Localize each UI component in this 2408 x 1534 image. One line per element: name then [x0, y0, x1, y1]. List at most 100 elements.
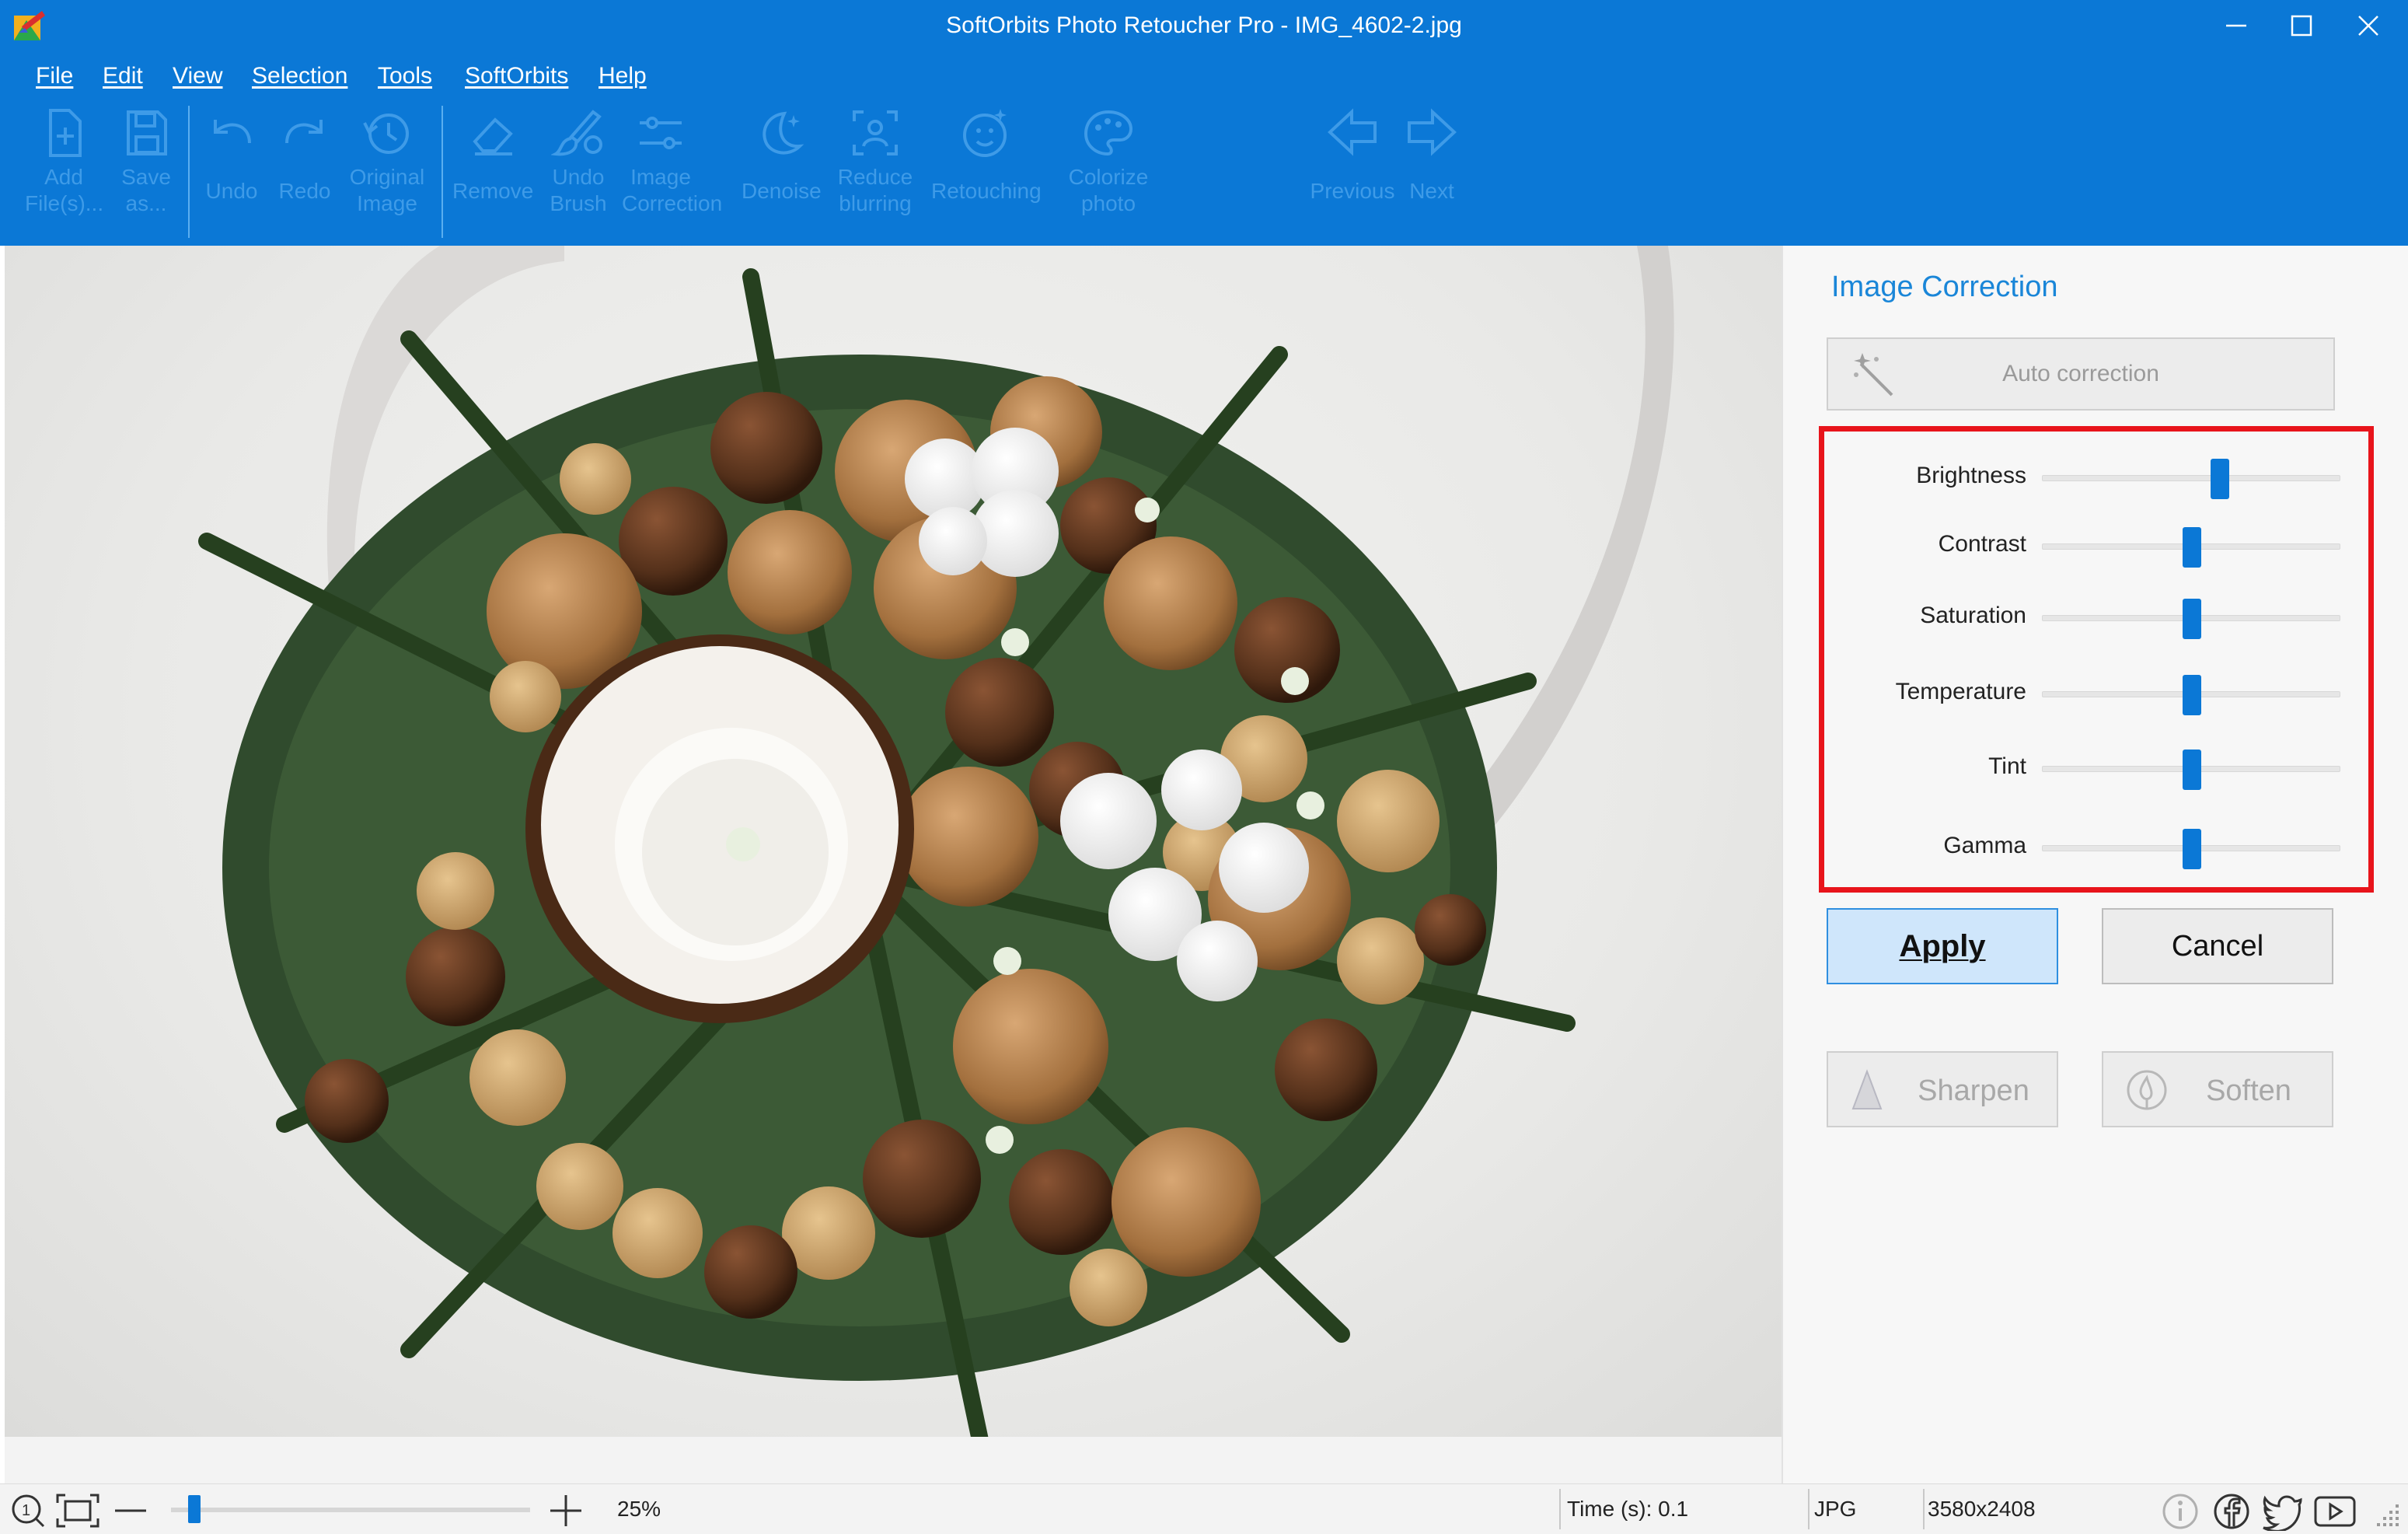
status-bar: 1 25% Time (s): 0.1 JPG 3580x2408 — [0, 1483, 2408, 1534]
toolbar-separator — [188, 106, 190, 238]
menu-edit[interactable]: Edit — [103, 59, 143, 93]
toolbar-separator — [441, 106, 443, 238]
menu-help[interactable]: Help — [599, 59, 647, 93]
image-correction-panel: Image Correction Auto correction Brightn… — [1782, 246, 2408, 1483]
save-as-label-1: Save — [121, 165, 171, 189]
save-as-label-2: as... — [125, 191, 167, 215]
facebook-icon[interactable] — [2212, 1492, 2251, 1531]
window-title: SoftOrbits Photo Retoucher Pro - IMG_460… — [946, 12, 1462, 38]
previous-label: Previous — [1310, 179, 1395, 203]
brightness-label: Brightness — [1916, 463, 2026, 488]
gamma-slider[interactable] — [2042, 829, 2340, 869]
previous-button[interactable]: Previous — [1306, 106, 1399, 243]
minimize-icon — [2226, 24, 2246, 27]
face-retouch-icon — [963, 109, 1007, 157]
brightness-thumb[interactable] — [2211, 459, 2229, 499]
menu-selection[interactable]: Selection — [252, 59, 347, 93]
brightness-slider[interactable] — [2042, 459, 2340, 499]
contrast-row: Contrast — [1824, 522, 2368, 568]
temperature-label: Temperature — [1895, 679, 2026, 704]
undo-brush-button[interactable]: Undo Brush — [539, 106, 617, 243]
arrow-right-icon — [1408, 108, 1457, 156]
undo-brush-label-2: Brush — [550, 191, 607, 215]
brightness-row: Brightness — [1824, 453, 2368, 500]
image-correction-button[interactable]: Image Correction — [622, 106, 722, 243]
menu-view[interactable]: View — [173, 59, 222, 93]
gamma-label: Gamma — [1943, 833, 2026, 858]
zoom-out-icon[interactable] — [112, 1492, 149, 1529]
status-separator — [1923, 1489, 1925, 1529]
resize-grip-icon[interactable] — [2374, 1501, 2402, 1529]
original-image-button[interactable]: Original Image — [348, 106, 426, 243]
save-icon — [127, 110, 167, 155]
saturation-thumb[interactable] — [2183, 599, 2201, 639]
save-as-button[interactable]: Save as... — [107, 106, 185, 243]
contrast-thumb[interactable] — [2183, 527, 2201, 568]
panel-title: Image Correction — [1831, 271, 2058, 303]
zoom-slider[interactable] — [171, 1495, 530, 1523]
palette-icon — [1084, 110, 1133, 156]
menu-bar: File Edit View Selection Tools SoftOrbit… — [0, 53, 2408, 100]
add-files-label-1: Add — [44, 165, 83, 189]
soften-drop-icon — [2127, 1070, 2167, 1110]
original-image-label-2: Image — [357, 191, 417, 215]
add-file-icon — [49, 109, 82, 157]
undo-button[interactable]: Undo — [193, 106, 270, 243]
history-icon — [363, 114, 409, 154]
sharpen-button[interactable]: Sharpen — [1827, 1051, 2058, 1127]
remove-button[interactable]: Remove — [452, 106, 533, 243]
saturation-label: Saturation — [1920, 603, 2026, 628]
undo-icon — [214, 120, 251, 144]
status-separator — [1559, 1489, 1561, 1529]
temperature-slider[interactable] — [2042, 675, 2340, 715]
zoom-slider-thumb[interactable] — [188, 1495, 201, 1523]
zoom-in-icon[interactable] — [547, 1492, 585, 1529]
saturation-slider[interactable] — [2042, 599, 2340, 639]
colorize-photo-button[interactable]: Colorize photo — [1062, 106, 1155, 243]
image-dimensions: 3580x2408 — [1928, 1497, 2036, 1521]
saturation-row: Saturation — [1824, 593, 2368, 640]
moon-stars-icon — [763, 111, 804, 155]
zoom-actual-size-icon[interactable]: 1 — [9, 1492, 47, 1529]
denoise-button[interactable]: Denoise — [742, 106, 822, 243]
youtube-icon[interactable] — [2313, 1492, 2357, 1531]
colorize-photo-label-2: photo — [1080, 191, 1136, 215]
menu-file[interactable]: File — [36, 59, 73, 93]
soften-label: Soften — [2206, 1074, 2291, 1107]
next-button[interactable]: Next — [1393, 106, 1471, 243]
reduce-blurring-button[interactable]: Reduce blurring — [836, 106, 914, 243]
close-button[interactable] — [2341, 6, 2396, 45]
image-correction-label-1: Image — [630, 165, 691, 189]
add-files-button[interactable]: Add File(s)... — [25, 106, 103, 243]
reduce-blurring-label-2: blurring — [839, 191, 912, 215]
minimize-button[interactable] — [2209, 6, 2263, 45]
close-icon — [2358, 16, 2378, 36]
contrast-slider[interactable] — [2042, 527, 2340, 568]
maximize-button[interactable] — [2274, 6, 2329, 45]
fit-to-window-icon[interactable] — [54, 1492, 101, 1529]
image-canvas[interactable] — [5, 246, 1782, 1437]
apply-button[interactable]: Apply — [1827, 908, 2058, 984]
undo-label: Undo — [205, 179, 258, 203]
info-icon[interactable] — [2161, 1492, 2200, 1531]
twitter-icon[interactable] — [2262, 1492, 2304, 1531]
title-bar: SoftOrbits Photo Retoucher Pro - IMG_460… — [0, 0, 2408, 53]
menu-softorbits[interactable]: SoftOrbits — [465, 59, 568, 93]
temperature-thumb[interactable] — [2183, 675, 2201, 715]
retouching-button[interactable]: Retouching — [931, 106, 1042, 243]
redo-button[interactable]: Redo — [266, 106, 344, 243]
cancel-button[interactable]: Cancel — [2102, 908, 2333, 984]
colorize-photo-label-1: Colorize — [1068, 165, 1149, 189]
tint-slider[interactable] — [2042, 750, 2340, 790]
sharpen-triangle-icon — [1851, 1069, 1883, 1109]
add-files-label-2: File(s)... — [25, 191, 104, 215]
auto-correction-button[interactable]: Auto correction — [1827, 337, 2335, 411]
retouching-label: Retouching — [931, 179, 1042, 203]
soften-button[interactable]: Soften — [2102, 1051, 2333, 1127]
menu-tools[interactable]: Tools — [378, 59, 432, 93]
gamma-thumb[interactable] — [2183, 829, 2201, 869]
focus-person-icon — [853, 110, 898, 155]
tint-thumb[interactable] — [2183, 750, 2201, 790]
status-separator — [1808, 1489, 1809, 1529]
redo-icon — [285, 120, 323, 144]
